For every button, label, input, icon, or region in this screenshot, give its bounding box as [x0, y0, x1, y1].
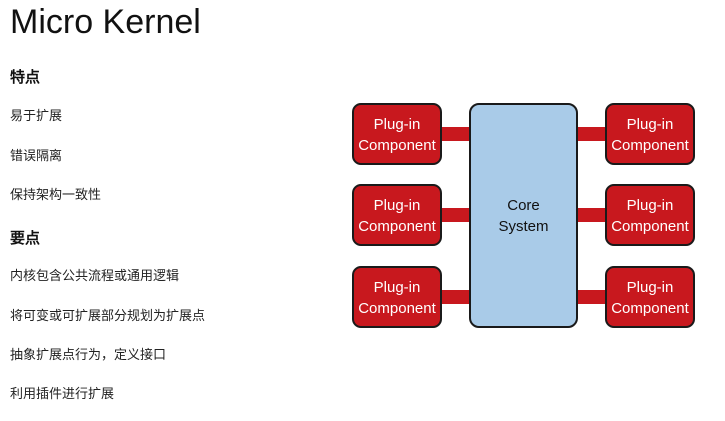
plugin-label-right-3-line1: Plug-in — [627, 279, 674, 296]
connector-right-2 — [576, 208, 607, 222]
plugin-label-left-2-line1: Plug-in — [374, 197, 421, 214]
connector-left-2 — [440, 208, 472, 222]
plugin-label-left-3-line2: Component — [358, 300, 436, 317]
plugin-label-right-2-line1: Plug-in — [627, 197, 674, 214]
plugin-label-left-1-line2: Component — [358, 137, 436, 154]
plugin-label-right-2-line2: Component — [611, 218, 689, 235]
plugin-component-box-right-2 — [605, 184, 695, 246]
plugin-component-box-right-1 — [605, 103, 695, 165]
plugin-component-box-left-3 — [352, 266, 442, 328]
connector-right-3 — [576, 290, 607, 304]
microkernel-diagram: Core System Plug-in Component Plug-in Co… — [352, 103, 695, 328]
plugin-label-right-1-line2: Component — [611, 137, 689, 154]
core-system-box — [469, 103, 578, 328]
plugin-component-box-right-3 — [605, 266, 695, 328]
plugin-label-left-1-line1: Plug-in — [374, 116, 421, 133]
connector-right-1 — [576, 127, 607, 141]
plugin-label-left-2-line2: Component — [358, 218, 436, 235]
plugin-component-box-left-2 — [352, 184, 442, 246]
plugin-component-box-left-1 — [352, 103, 442, 165]
core-system-label-line1: Core — [507, 197, 540, 214]
plugin-label-right-1-line1: Plug-in — [627, 116, 674, 133]
plugin-label-left-3-line1: Plug-in — [374, 279, 421, 296]
connector-left-1 — [440, 127, 472, 141]
core-system-label-line2: System — [498, 218, 548, 235]
plugin-label-right-3-line2: Component — [611, 300, 689, 317]
connector-left-3 — [440, 290, 472, 304]
